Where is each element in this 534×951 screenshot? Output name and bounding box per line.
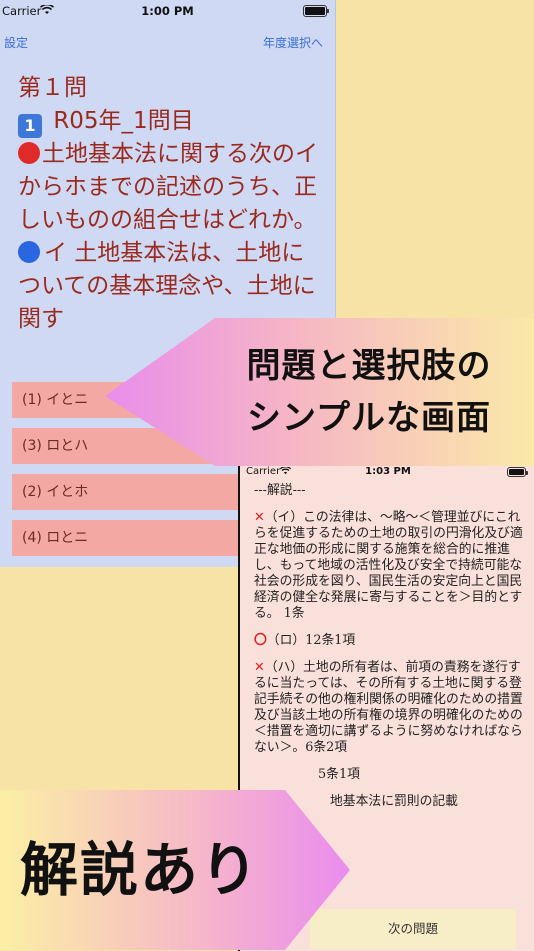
cross-mark-icon: ✕ <box>254 660 265 675</box>
status-time: 1:03 PM <box>365 466 411 477</box>
red-circle-icon <box>18 142 40 164</box>
explanation-item: ✕（ハ）土地の所有者は、前項の責務を遂行するに当たっては、その所有する土地に関す… <box>254 660 523 755</box>
status-time: 1:00 PM <box>141 4 194 18</box>
cross-mark-icon: ✕ <box>254 510 265 525</box>
explanation-item: 〇（ロ）12条1項 <box>254 633 356 648</box>
explanation-item: 5条1項 <box>318 767 360 782</box>
question-year: R05年_1問目 <box>53 108 194 134</box>
battery-icon <box>507 467 528 477</box>
circle-mark-icon: 〇 <box>254 633 267 648</box>
question-stem: 土地基本法に関する次のイからホまでの記述のうち、正しいものの組合せはどれか。 <box>18 141 318 233</box>
year-select-link[interactable]: 年度選択へ <box>263 34 323 51</box>
question-number: 第１問 <box>18 75 87 101</box>
banner-caption: 問題と選択肢の シンプルな画面 <box>246 346 492 438</box>
banner-caption: 解説あり <box>20 836 261 904</box>
battery-icon <box>303 5 329 17</box>
question-text: 第１問 1 R05年_1問目 土地基本法に関する次のイからホまでの記述のうち、正… <box>18 72 318 336</box>
blue-circle-icon <box>18 241 40 263</box>
status-bar: Carrier 1:00 PM <box>0 0 335 22</box>
explanation-heading: ---解説--- <box>254 483 306 498</box>
keycap-one-icon: 1 <box>18 114 42 138</box>
settings-link[interactable]: 設定 <box>4 34 28 51</box>
explanation-text: ---解説--- ✕（イ）この法律は、～略～＜管理並びにこれらを促進するための土… <box>254 483 526 821</box>
explanation-item: ✕（イ）この法律は、～略～＜管理並びにこれらを促進するための土地の取引の円滑化及… <box>254 510 523 621</box>
